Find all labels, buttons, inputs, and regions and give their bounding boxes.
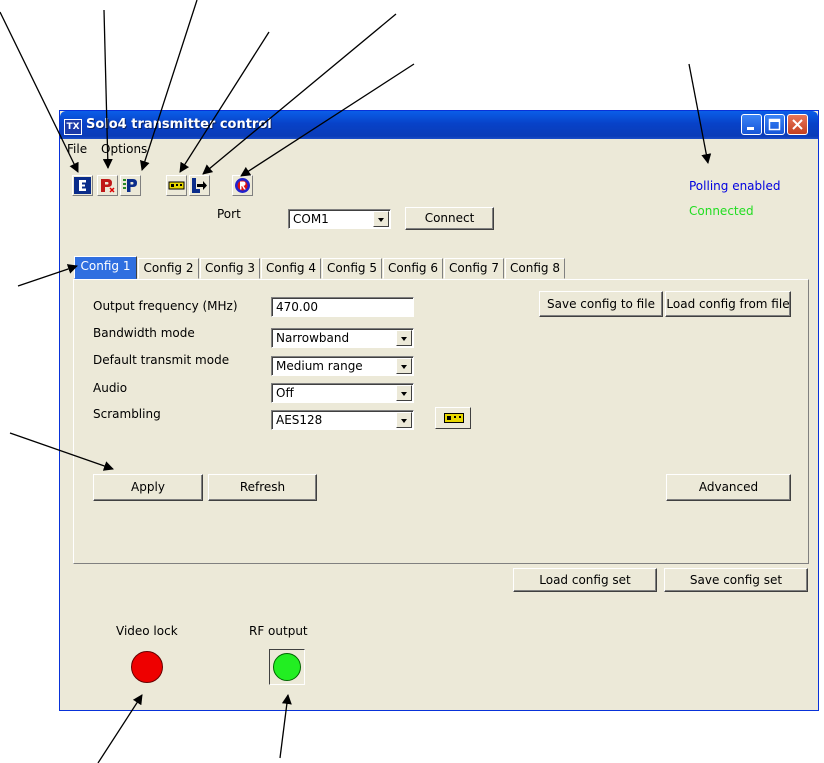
annotation-arrow (97, 694, 143, 763)
annotation-arrow (240, 63, 415, 177)
annotation-arrow (279, 694, 292, 759)
annotation-arrow (140, 0, 198, 171)
annotation-arrow (102, 9, 113, 169)
annotation-arrows (0, 0, 712, 763)
annotation-arrow (9, 432, 114, 471)
annotation-arrow (17, 264, 78, 287)
annotation-arrow (688, 63, 712, 164)
annotation-arrow (0, 11, 79, 173)
annotation-arrow (179, 31, 270, 173)
